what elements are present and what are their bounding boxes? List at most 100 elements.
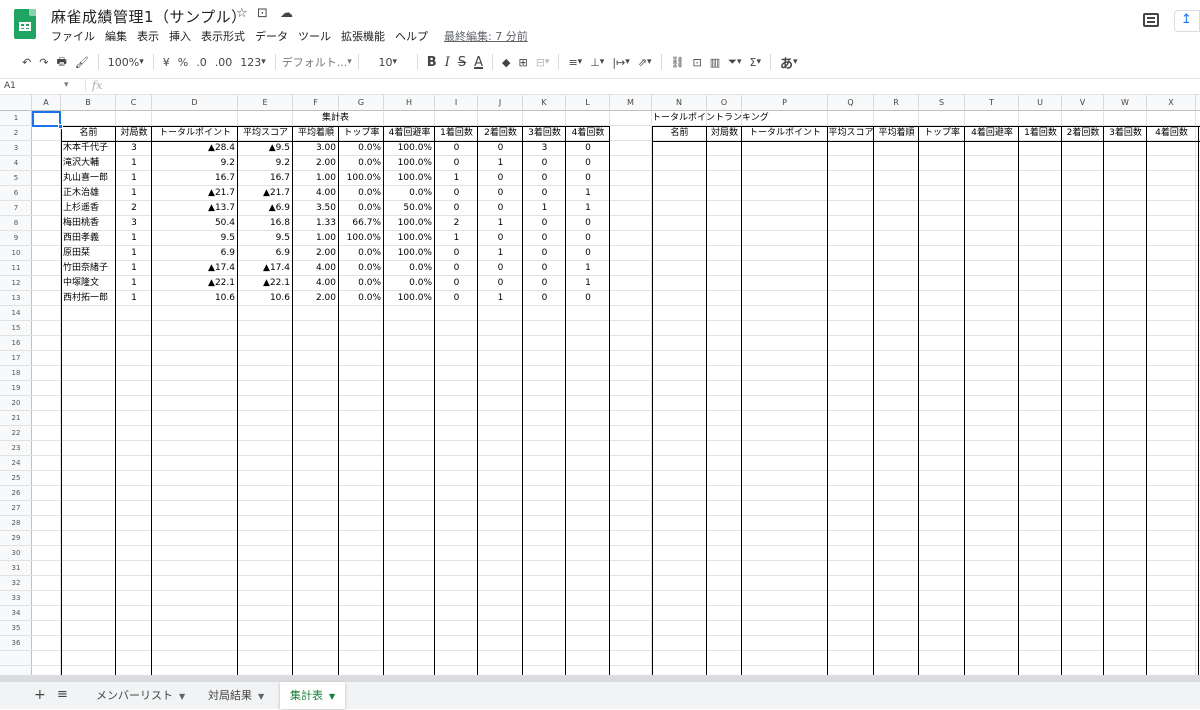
zoom-select[interactable]: 100% bbox=[104, 51, 148, 73]
table-cell[interactable]: 0 bbox=[435, 261, 478, 276]
table-cell[interactable]: 0 bbox=[566, 171, 610, 186]
table-cell[interactable]: 0 bbox=[566, 231, 610, 246]
table-cell[interactable]: 1 bbox=[435, 231, 478, 246]
ranking-table-title[interactable]: トータルポイントランキング bbox=[652, 111, 769, 126]
last-edit-link[interactable]: 最終編集: 7 分前 bbox=[444, 28, 528, 44]
menu-item[interactable]: 表示形式 bbox=[201, 28, 245, 44]
ranking-header-cell[interactable]: トップ率 bbox=[919, 126, 965, 141]
table-cell[interactable]: 0.0% bbox=[384, 186, 435, 201]
table-cell[interactable]: 0 bbox=[566, 291, 610, 306]
table-cell[interactable]: 3.00 bbox=[293, 141, 339, 156]
table-cell[interactable]: ▲17.4 bbox=[238, 261, 293, 276]
summary-header-cell[interactable]: 4着回数 bbox=[566, 126, 610, 141]
summary-header-cell[interactable]: 平均スコア bbox=[238, 126, 293, 141]
table-cell[interactable]: 0 bbox=[566, 246, 610, 261]
table-cell[interactable]: 1 bbox=[566, 201, 610, 216]
borders-icon[interactable]: ⊞ bbox=[514, 51, 531, 73]
table-cell[interactable]: 0.0% bbox=[384, 276, 435, 291]
table-cell[interactable]: 9.2 bbox=[238, 156, 293, 171]
column-header[interactable]: O bbox=[707, 95, 742, 111]
column-header[interactable]: I bbox=[435, 95, 478, 111]
table-cell[interactable]: 50.0% bbox=[384, 201, 435, 216]
table-cell[interactable]: 4.00 bbox=[293, 276, 339, 291]
table-cell[interactable]: ▲21.7 bbox=[152, 186, 238, 201]
table-cell[interactable]: 16.7 bbox=[238, 171, 293, 186]
row-header[interactable]: 17 bbox=[0, 351, 32, 366]
chevron-down-icon[interactable]: ▼ bbox=[258, 692, 264, 701]
column-header[interactable]: N bbox=[652, 95, 707, 111]
table-cell[interactable]: 0.0% bbox=[339, 156, 384, 171]
cloud-status-icon[interactable]: ☁ bbox=[280, 6, 293, 21]
input-tools-icon[interactable]: あ bbox=[776, 51, 802, 73]
column-header[interactable]: T bbox=[965, 95, 1019, 111]
table-cell[interactable]: 0 bbox=[523, 261, 566, 276]
table-cell[interactable]: 66.7% bbox=[339, 216, 384, 231]
column-header[interactable]: G bbox=[339, 95, 384, 111]
table-cell[interactable]: 100.0% bbox=[384, 291, 435, 306]
column-header[interactable]: V bbox=[1062, 95, 1104, 111]
row-header[interactable]: 35 bbox=[0, 621, 32, 636]
present-icon[interactable] bbox=[1174, 10, 1200, 32]
table-cell[interactable]: 1 bbox=[116, 186, 152, 201]
table-cell[interactable]: 100.0% bbox=[384, 231, 435, 246]
table-cell[interactable]: 1 bbox=[116, 291, 152, 306]
row-header[interactable]: 22 bbox=[0, 426, 32, 441]
summary-header-cell[interactable]: 1着回数 bbox=[435, 126, 478, 141]
horizontal-align-icon[interactable]: ≡ bbox=[564, 51, 586, 73]
table-cell[interactable]: 0 bbox=[478, 186, 523, 201]
table-cell[interactable]: 9.2 bbox=[152, 156, 238, 171]
ranking-header-cell[interactable]: 対局数 bbox=[707, 126, 742, 141]
menu-item[interactable]: ツール bbox=[298, 28, 331, 44]
table-cell[interactable]: 1 bbox=[478, 156, 523, 171]
currency-format-button[interactable]: ¥ bbox=[159, 51, 174, 73]
summary-header-cell[interactable]: 4着回避率 bbox=[384, 126, 435, 141]
fill-color-icon[interactable]: ◆ bbox=[498, 51, 514, 73]
decrease-decimal-button[interactable]: .0 bbox=[192, 51, 211, 73]
table-cell[interactable]: 0 bbox=[523, 171, 566, 186]
summary-header-cell[interactable]: 3着回数 bbox=[523, 126, 566, 141]
table-cell[interactable]: 2 bbox=[435, 216, 478, 231]
table-cell[interactable]: ▲28.4 bbox=[152, 141, 238, 156]
table-cell[interactable]: ▲6.9 bbox=[238, 201, 293, 216]
select-all-corner[interactable] bbox=[0, 95, 32, 111]
row-header[interactable] bbox=[0, 666, 32, 675]
row-header[interactable]: 12 bbox=[0, 276, 32, 291]
table-cell[interactable]: 0 bbox=[566, 156, 610, 171]
table-cell[interactable]: 1 bbox=[435, 171, 478, 186]
print-icon[interactable]: 🖶 bbox=[52, 51, 70, 73]
column-header[interactable]: X bbox=[1147, 95, 1196, 111]
table-cell[interactable]: 1 bbox=[116, 231, 152, 246]
table-cell[interactable]: ▲22.1 bbox=[238, 276, 293, 291]
table-cell[interactable]: 3.50 bbox=[293, 201, 339, 216]
table-cell[interactable]: 100.0% bbox=[339, 231, 384, 246]
table-cell[interactable]: 1 bbox=[116, 246, 152, 261]
ranking-header-cell[interactable]: 4着回数 bbox=[1147, 126, 1196, 141]
column-header[interactable]: S bbox=[919, 95, 965, 111]
table-cell[interactable]: 0 bbox=[435, 186, 478, 201]
table-cell[interactable]: 0 bbox=[478, 201, 523, 216]
table-cell[interactable]: 1 bbox=[478, 291, 523, 306]
player-name-cell[interactable]: 木本千代子 bbox=[61, 141, 116, 156]
row-header[interactable]: 26 bbox=[0, 486, 32, 501]
column-header[interactable]: F bbox=[293, 95, 339, 111]
ranking-header-cell[interactable]: 平均着順 bbox=[874, 126, 919, 141]
row-header[interactable]: 23 bbox=[0, 441, 32, 456]
cell-area[interactable]: 集計表 トータルポイントランキング 名前 対局数 トータルポイント 平均スコア 平均着順 トッ… bbox=[32, 111, 1200, 675]
column-header[interactable]: Q bbox=[828, 95, 874, 111]
column-header[interactable]: D bbox=[152, 95, 238, 111]
row-header[interactable]: 7 bbox=[0, 201, 32, 216]
table-cell[interactable]: 1 bbox=[116, 171, 152, 186]
table-cell[interactable]: 1 bbox=[478, 246, 523, 261]
row-header[interactable]: 3 bbox=[0, 141, 32, 156]
table-cell[interactable]: 0 bbox=[478, 231, 523, 246]
paint-format-icon[interactable]: 🖌 bbox=[71, 51, 93, 73]
table-cell[interactable]: ▲13.7 bbox=[152, 201, 238, 216]
row-header[interactable]: 1 bbox=[0, 111, 32, 126]
sheet-tab[interactable]: 集計表 ▼ bbox=[280, 682, 346, 709]
table-cell[interactable]: 0 bbox=[478, 171, 523, 186]
row-header[interactable]: 4 bbox=[0, 156, 32, 171]
table-cell[interactable]: 6.9 bbox=[238, 246, 293, 261]
table-cell[interactable]: 2 bbox=[116, 201, 152, 216]
row-header[interactable] bbox=[0, 651, 32, 666]
table-cell[interactable]: 0 bbox=[435, 246, 478, 261]
